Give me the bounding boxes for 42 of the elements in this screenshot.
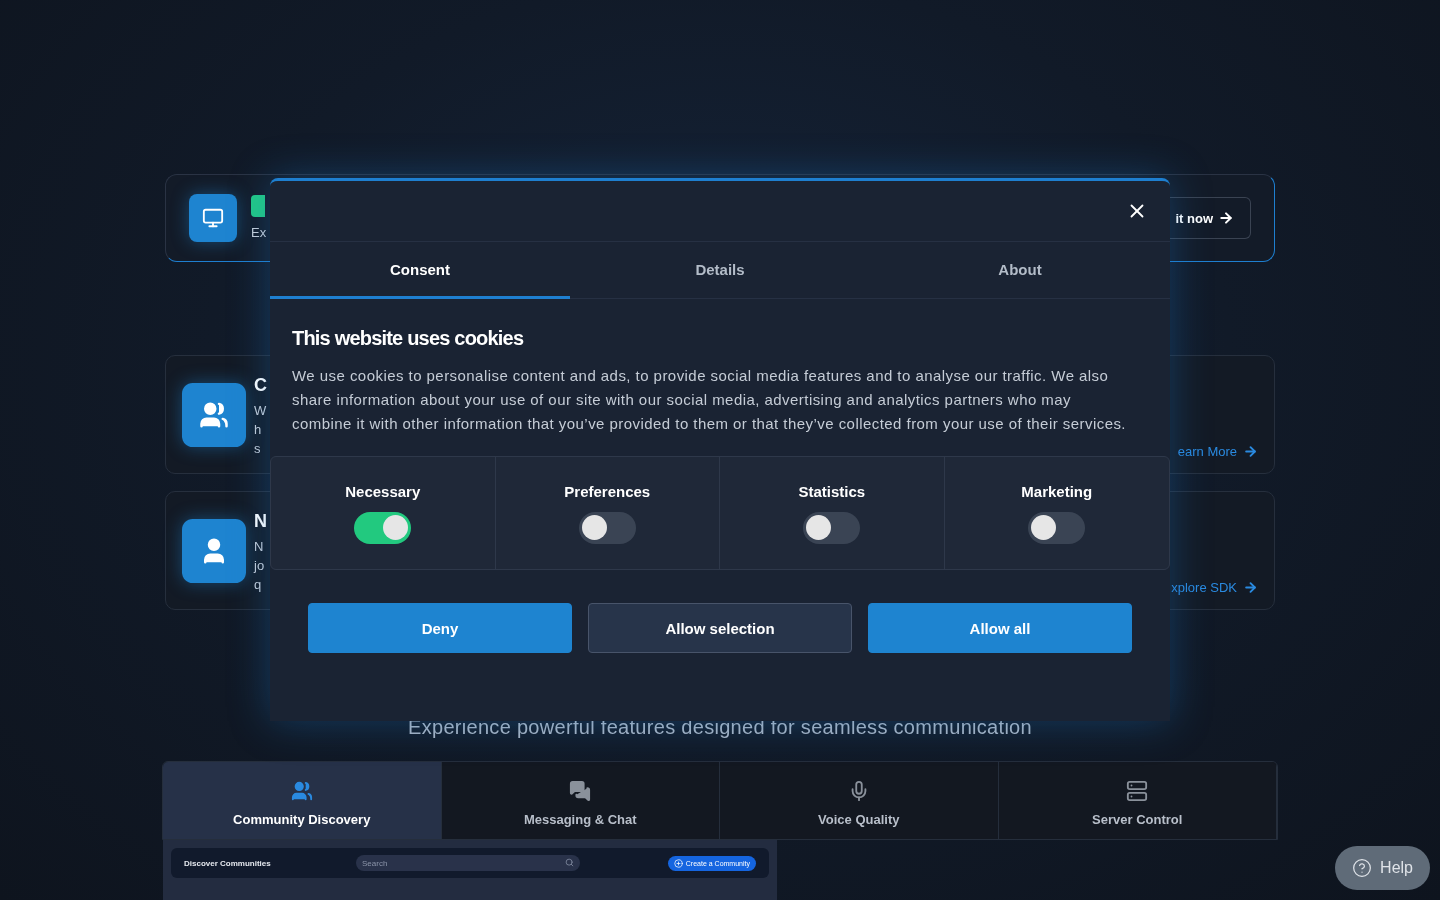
card-link[interactable]: xplore SDK [1171,580,1258,595]
card-text: s [254,440,262,458]
search-icon [565,858,574,867]
help-button[interactable]: Help [1335,846,1430,890]
users-icon [290,779,313,802]
server-icon [1126,779,1149,802]
monitor-icon [202,207,224,229]
toggle-switch[interactable] [578,511,636,544]
preview-title: Discover Communities [184,858,272,868]
dialog-text: We use cookies to personalise content and ads, to provide social media features and to analyse our traffic. We also share information about your use of our site with our social media, advertising and analytics partners who may combine it with other information that you’ve provided to them or that they’ve collected from your use of their services. [292,366,1127,434]
arrow-right-icon [1243,444,1258,459]
dialog-tab[interactable]: Details [570,242,870,299]
consent-button[interactable]: Allow selection [588,603,852,653]
consent-button[interactable]: Deny [308,603,572,653]
toggle-switch[interactable] [354,511,412,544]
plus-icon [673,858,683,868]
card-text: q [254,576,263,594]
chat-icon [569,779,592,802]
card-text: W [254,402,266,420]
arrow-right-icon [1243,580,1258,595]
card-link[interactable]: earn More [1177,444,1258,459]
feature-tab[interactable]: Community Discovery [163,762,442,839]
toggle-switch[interactable] [1028,511,1086,544]
dialog-title: This website uses cookies [292,327,525,350]
card-text: N [254,538,265,556]
card-text: h [254,421,263,439]
category-label: Preferences [564,482,651,500]
dialog-tab[interactable]: About [870,242,1170,299]
arrow-right-icon [1218,210,1234,226]
consent-button[interactable]: Allow all [868,603,1132,653]
card-heading: N [254,510,266,533]
help-icon [1352,858,1373,878]
tag-badge [251,194,265,217]
toggle-switch[interactable] [803,511,861,544]
card-heading: C [254,374,266,397]
promo-text: Ex [251,223,265,242]
category-label: Necessary [345,482,421,500]
search-field[interactable]: Search [356,855,580,871]
card-text: jo [254,557,266,575]
dialog-tab[interactable]: Consent [270,242,570,299]
category-label: Statistics [798,482,866,500]
category-label: Marketing [1021,482,1093,500]
